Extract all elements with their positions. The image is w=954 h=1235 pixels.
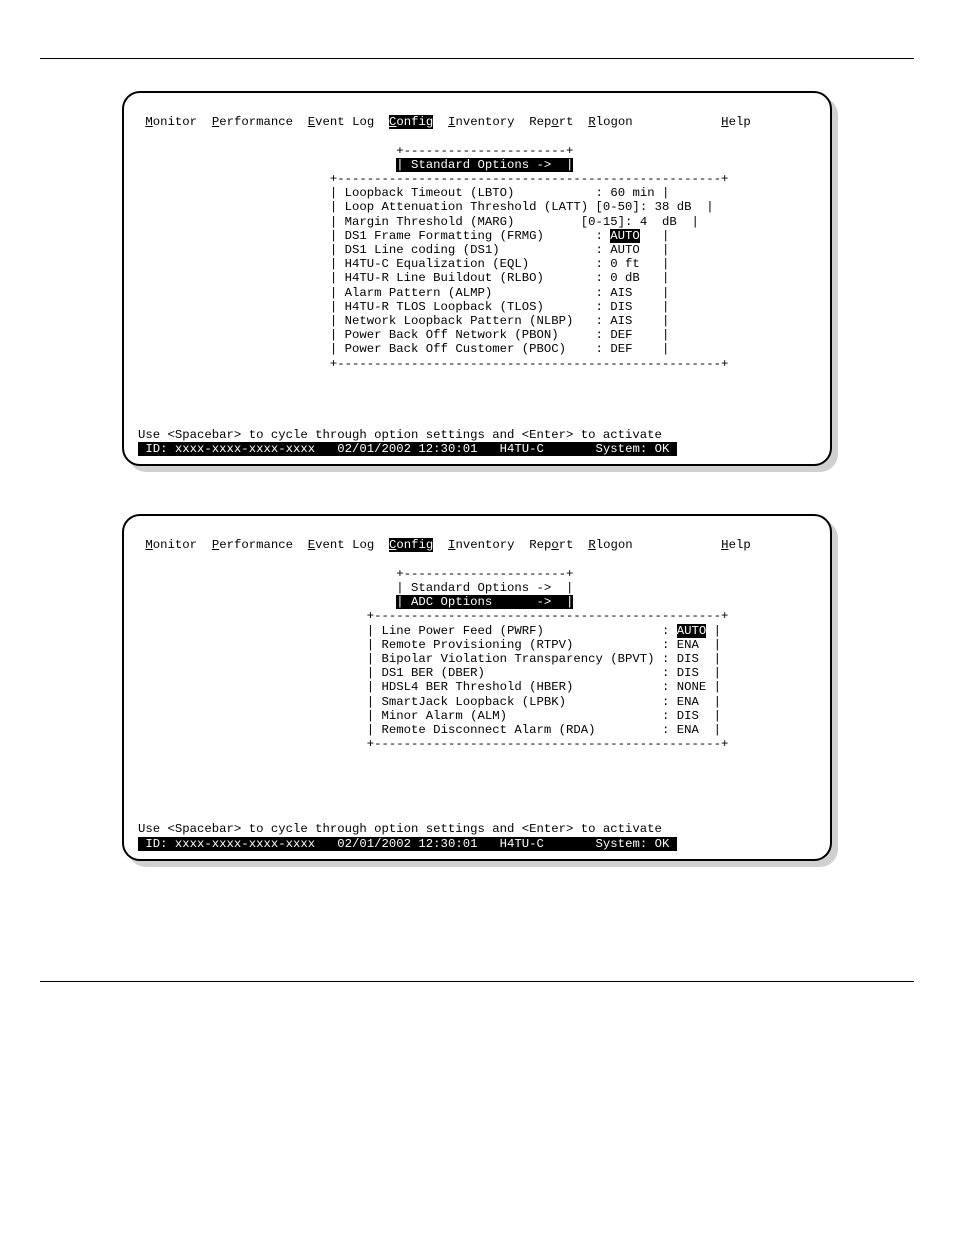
option-row[interactable]: | HDSL4 BER Threshold (HBER) : NONE | xyxy=(138,680,721,694)
option-row[interactable]: | H4TU-C Equalization (EQL) : 0 ft | xyxy=(138,257,669,271)
menu-bar: Monitor Performance Event Log Config Inv… xyxy=(138,538,816,552)
menu-monitor[interactable]: Monitor xyxy=(145,538,197,552)
menu-report[interactable]: Report xyxy=(529,538,573,552)
status-bar: ID: xxxx-xxxx-xxxx-xxxx 02/01/2002 12:30… xyxy=(138,442,816,456)
option-row[interactable]: | H4TU-R Line Buildout (RLBO) : 0 dB | xyxy=(138,271,669,285)
menu-monitor[interactable]: Monitor xyxy=(145,115,197,129)
hint-line: Use <Spacebar> to cycle through option s… xyxy=(138,822,662,836)
box-top: +---------------------------------------… xyxy=(138,172,728,186)
option-row[interactable]: | DS1 Frame Formatting (FRMG) : AUTO | xyxy=(138,229,669,243)
option-row[interactable]: | Line Power Feed (PWRF) : AUTO | xyxy=(138,624,721,638)
box-bottom: +---------------------------------------… xyxy=(138,737,728,751)
status-bar: ID: xxxx-xxxx-xxxx-xxxx 02/01/2002 12:30… xyxy=(138,837,816,851)
option-row[interactable]: | Network Loopback Pattern (NLBP) : AIS … xyxy=(138,314,669,328)
option-row[interactable]: | Loop Attenuation Threshold (LATT) [0-5… xyxy=(138,200,714,214)
terminal-screenshot-2: Monitor Performance Event Log Config Inv… xyxy=(122,514,832,861)
menu-help[interactable]: Help xyxy=(721,115,751,129)
box-bottom: +---------------------------------------… xyxy=(138,357,728,371)
submenu-border-top: +----------------------+ xyxy=(138,144,573,158)
page-header xyxy=(40,40,914,59)
menu-event-log[interactable]: Event Log xyxy=(308,115,374,129)
menu-inventory[interactable]: Inventory xyxy=(448,538,514,552)
option-row[interactable]: | DS1 BER (DBER) : DIS | xyxy=(138,666,721,680)
menu-config[interactable]: Config xyxy=(389,115,433,129)
option-row[interactable]: | SmartJack Loopback (LPBK) : ENA | xyxy=(138,695,721,709)
hint-line: Use <Spacebar> to cycle through option s… xyxy=(138,428,662,442)
option-row[interactable]: | Loopback Timeout (LBTO) : 60 min | xyxy=(138,186,669,200)
menu-report[interactable]: Report xyxy=(529,115,573,129)
option-row[interactable]: | Minor Alarm (ALM) : DIS | xyxy=(138,709,721,723)
option-row[interactable]: | Remote Provisioning (RTPV) : ENA | xyxy=(138,638,721,652)
submenu-standard-options[interactable]: | Standard Options -> | xyxy=(138,581,573,595)
submenu-standard-options[interactable]: | Standard Options -> | xyxy=(138,158,573,172)
menu-help[interactable]: Help xyxy=(721,538,751,552)
option-row[interactable]: | DS1 Line coding (DS1) : AUTO | xyxy=(138,243,669,257)
section-title-2 xyxy=(40,496,914,508)
menu-config[interactable]: Config xyxy=(389,538,433,552)
section-title-1 xyxy=(40,73,914,85)
submenu-border-top: +----------------------+ xyxy=(138,567,573,581)
option-row[interactable]: | Margin Threshold (MARG) [0-15]: 4 dB | xyxy=(138,215,699,229)
option-row[interactable]: | Remote Disconnect Alarm (RDA) : ENA | xyxy=(138,723,721,737)
menu-performance[interactable]: Performance xyxy=(212,538,293,552)
menu-rlogon[interactable]: Rlogon xyxy=(588,538,632,552)
menu-bar: Monitor Performance Event Log Config Inv… xyxy=(138,115,816,129)
menu-rlogon[interactable]: Rlogon xyxy=(588,115,632,129)
submenu-adc-options[interactable]: | ADC Options -> | xyxy=(138,595,573,609)
menu-event-log[interactable]: Event Log xyxy=(308,538,374,552)
box-top: +---------------------------------------… xyxy=(138,609,728,623)
option-row[interactable]: | Power Back Off Customer (PBOC) : DEF | xyxy=(138,342,669,356)
terminal-screenshot-1: Monitor Performance Event Log Config Inv… xyxy=(122,91,832,466)
option-row[interactable]: | Bipolar Violation Transparency (BPVT) … xyxy=(138,652,721,666)
option-row[interactable]: | Alarm Pattern (ALMP) : AIS | xyxy=(138,286,669,300)
menu-inventory[interactable]: Inventory xyxy=(448,115,514,129)
option-row[interactable]: | Power Back Off Network (PBON) : DEF | xyxy=(138,328,669,342)
menu-performance[interactable]: Performance xyxy=(212,115,293,129)
option-row[interactable]: | H4TU-R TLOS Loopback (TLOS) : DIS | xyxy=(138,300,669,314)
page-footer xyxy=(40,981,914,988)
